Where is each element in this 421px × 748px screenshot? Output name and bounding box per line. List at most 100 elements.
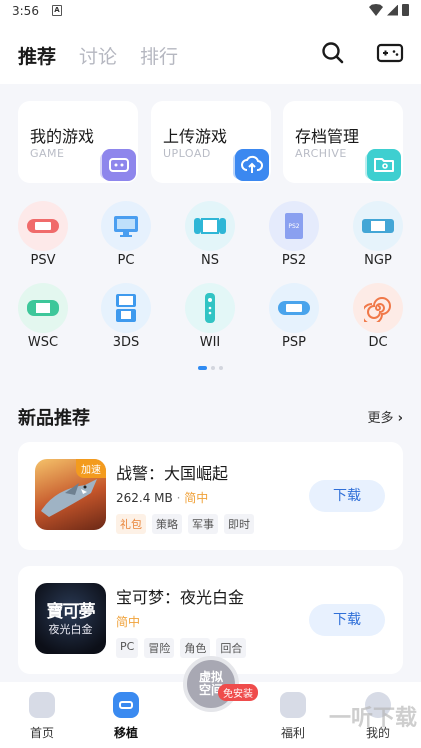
- nav-welfare[interactable]: 福利: [263, 692, 323, 741]
- game-thumbnail: 加速: [35, 459, 106, 530]
- platform-ps2[interactable]: PS2 PS2: [259, 201, 329, 271]
- home-icon: [29, 692, 55, 718]
- tag: 军事: [188, 514, 218, 534]
- gamepad-icon[interactable]: [376, 40, 404, 66]
- nav-port[interactable]: 移植: [96, 692, 156, 741]
- meta-separator: ·: [176, 491, 181, 505]
- platform-label: PSV: [30, 253, 56, 268]
- game-meta: 262.4 MB · 简中: [116, 489, 208, 506]
- nav-label: 首页: [29, 726, 54, 740]
- more-link[interactable]: 更多 ›: [367, 407, 403, 426]
- thumb-title: 寶可夢: [46, 602, 96, 622]
- platform-wii[interactable]: WII: [175, 283, 245, 353]
- platform-label: WII: [199, 335, 221, 350]
- card-subtitle: ARCHIVE: [295, 147, 347, 160]
- platform-label: NS: [201, 253, 219, 268]
- platform-label: DC: [368, 335, 388, 350]
- page-dot: [211, 366, 215, 370]
- platform-pc[interactable]: PC: [91, 201, 161, 271]
- game-name: 宝可梦：夜光白金: [116, 588, 245, 607]
- tag: 冒险: [144, 638, 175, 658]
- tag: 即时: [224, 514, 254, 534]
- platform-3ds[interactable]: 3DS: [91, 283, 161, 353]
- game-tags: PC 冒险 角色 回合: [116, 638, 247, 658]
- archive-manage-card[interactable]: 存档管理 ARCHIVE: [283, 101, 403, 183]
- ps2-icon: PS2: [269, 201, 319, 251]
- tab-recommend[interactable]: 推荐: [18, 42, 56, 69]
- game-meta: 简中: [116, 613, 140, 630]
- platform-wsc[interactable]: WSC: [8, 283, 78, 353]
- section-title: 新品推荐: [18, 408, 90, 429]
- psv-icon: [18, 201, 68, 251]
- monitor-icon: [101, 201, 151, 251]
- nav-label: 移植: [113, 726, 138, 740]
- tag: PC: [116, 638, 139, 658]
- thumb-badge: 加速: [76, 459, 106, 478]
- cloud-upload-icon: [235, 149, 269, 181]
- ps2-icon-text: PS2: [288, 223, 299, 230]
- port-icon: [113, 692, 139, 718]
- no-install-badge: 免安装: [218, 684, 258, 701]
- nav-label: 福利: [280, 726, 305, 740]
- platform-ngp[interactable]: NGP: [343, 201, 413, 271]
- tag: 礼包: [116, 514, 146, 534]
- upload-game-card[interactable]: 上传游戏 UPLOAD: [151, 101, 271, 183]
- download-button[interactable]: 下载: [309, 604, 385, 636]
- platform-dc[interactable]: DC: [343, 283, 413, 353]
- ngp-icon: [353, 201, 403, 251]
- game-size: 262.4 MB: [116, 491, 173, 505]
- platform-label: WSC: [27, 335, 59, 350]
- chevron-right-icon: ›: [397, 411, 403, 426]
- platform-label: PC: [117, 253, 135, 268]
- wii-remote-icon: [185, 283, 235, 333]
- battery-icon: [402, 4, 409, 16]
- platform-label: PS2: [281, 253, 307, 268]
- tab-discussion[interactable]: 讨论: [79, 42, 117, 69]
- card-subtitle: GAME: [30, 147, 65, 160]
- status-bar: 3:56 A: [0, 0, 421, 24]
- watermark: 一听下载: [328, 706, 417, 731]
- gift-icon: [280, 692, 306, 718]
- switch-icon: [185, 201, 235, 251]
- top-header: 推荐 讨论 排行: [0, 24, 421, 84]
- tag: 回合: [216, 638, 247, 658]
- platform-psv[interactable]: PSV: [8, 201, 78, 271]
- wifi-icon: [369, 4, 383, 16]
- search-icon[interactable]: [320, 40, 346, 66]
- game-name: 战警：大国崛起: [116, 464, 229, 483]
- page-indicator: [198, 366, 223, 370]
- tab-ranking[interactable]: 排行: [140, 42, 178, 69]
- notification-icon: A: [52, 5, 62, 16]
- more-label: 更多: [367, 411, 394, 426]
- my-games-card[interactable]: 我的游戏 GAME: [18, 101, 138, 183]
- platform-ns[interactable]: NS: [175, 201, 245, 271]
- platform-psp[interactable]: PSP: [259, 283, 329, 353]
- platform-label: 3DS: [112, 335, 140, 350]
- thumb-subtitle: 夜光白金: [48, 623, 93, 636]
- tag: 策略: [152, 514, 182, 534]
- psp-icon: [269, 283, 319, 333]
- game-language: 简中: [116, 615, 141, 629]
- tag: 角色: [180, 638, 211, 658]
- folder-icon: [367, 149, 401, 181]
- card-title: 上传游戏: [163, 127, 228, 146]
- game-thumbnail: 寶可夢 夜光白金: [35, 583, 106, 654]
- signal-icon: [387, 4, 398, 16]
- game-language: 简中: [184, 491, 209, 505]
- platform-label: NGP: [364, 253, 392, 268]
- card-title: 我的游戏: [30, 127, 95, 146]
- nav-home[interactable]: 首页: [12, 692, 72, 741]
- game-card[interactable]: 加速 战警：大国崛起 262.4 MB · 简中 礼包 策略 军事 即时 下载: [18, 442, 403, 550]
- download-button[interactable]: 下载: [309, 480, 385, 512]
- gamepad-icon: [102, 149, 136, 181]
- wsc-icon: [18, 283, 68, 333]
- platform-label: PSP: [282, 335, 306, 350]
- page-dot-active: [198, 366, 207, 370]
- page-dot: [219, 366, 223, 370]
- status-time: 3:56: [12, 4, 39, 18]
- card-title: 存档管理: [295, 127, 360, 146]
- status-icons: [369, 4, 409, 16]
- 3ds-icon: [101, 283, 151, 333]
- dreamcast-swirl-icon: [353, 283, 403, 333]
- card-subtitle: UPLOAD: [163, 147, 211, 160]
